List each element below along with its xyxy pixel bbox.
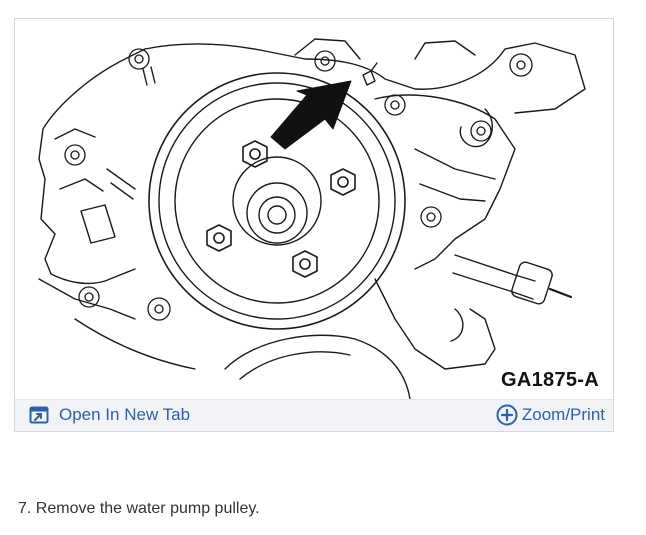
diagram-illustration [38,38,586,399]
zoom-print-label: Zoom/Print [521,405,605,424]
open-in-new-tab-icon [29,406,49,424]
figure-action-bar: Open In New Tab Zoom/Print [15,399,613,431]
water-pump-pulley-diagram: GA1875-A [15,19,613,399]
open-in-new-tab-link[interactable]: Open In New Tab [29,405,190,425]
zoom-print-link[interactable]: Zoom/Print [496,404,605,426]
open-in-new-tab-label: Open In New Tab [59,405,191,424]
figure-id-label: GA1875-A [501,369,599,391]
instruction-step-text: 7. Remove the water pump pulley. [18,500,260,517]
plus-circle-icon [496,404,518,426]
figure-card: GA1875-A Open In New Tab Zoom/Print [14,18,614,432]
